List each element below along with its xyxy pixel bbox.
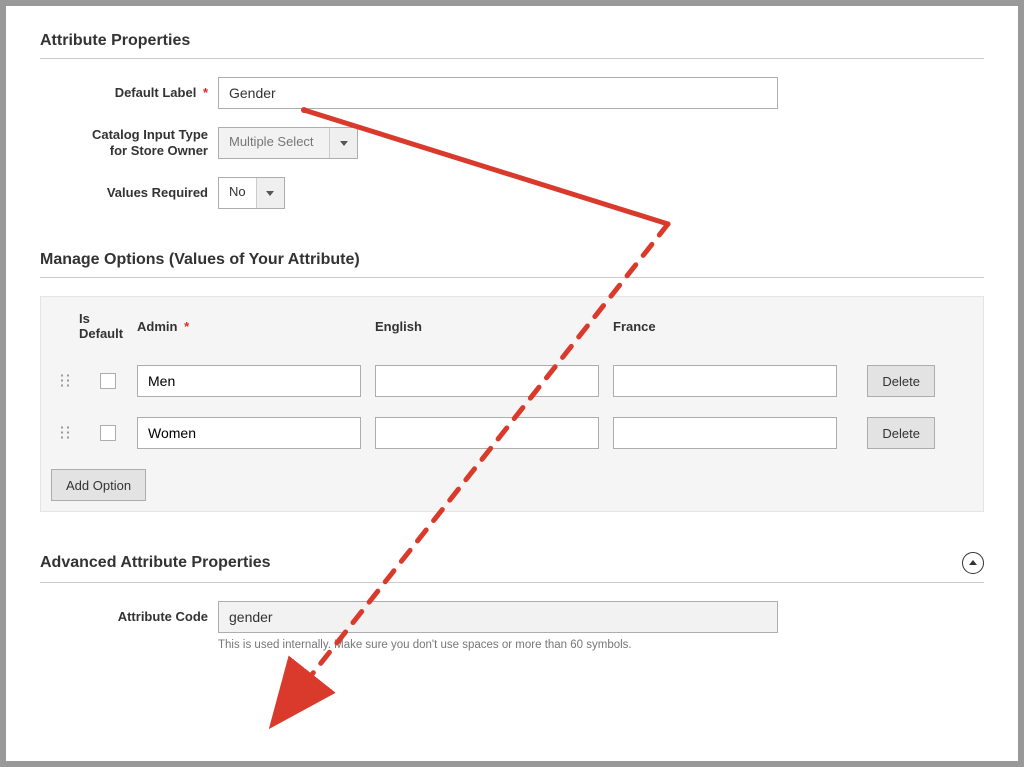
- label-values-required: Values Required: [107, 185, 208, 200]
- delete-option-button[interactable]: Delete: [867, 365, 935, 397]
- select-values-required[interactable]: No: [218, 177, 285, 209]
- add-option-button[interactable]: Add Option: [51, 469, 146, 501]
- field-attribute-code: Attribute Code This is used internally. …: [40, 601, 984, 651]
- field-values-required: Values Required No: [40, 177, 984, 209]
- divider: [40, 582, 984, 583]
- required-marker: *: [184, 319, 189, 334]
- field-default-label: Default Label *: [40, 77, 984, 109]
- options-header-row: Is Default Admin * English France: [41, 297, 983, 355]
- chevron-down-icon[interactable]: [256, 178, 284, 208]
- label-catalog-input-type-l2: for Store Owner: [110, 143, 208, 158]
- input-attribute-code: [218, 601, 778, 633]
- checkbox-is-default[interactable]: [100, 373, 116, 389]
- header-france: France: [613, 319, 656, 334]
- label-catalog-input-type-l1: Catalog Input Type: [92, 127, 208, 142]
- section-title-manage-options: Manage Options (Values of Your Attribute…: [40, 251, 984, 269]
- header-english: English: [375, 319, 422, 334]
- checkbox-is-default[interactable]: [100, 425, 116, 441]
- input-option-admin[interactable]: [137, 417, 361, 449]
- select-catalog-input-type: Multiple Select: [218, 127, 358, 159]
- section-title-attribute-properties: Attribute Properties: [40, 32, 984, 50]
- input-option-english[interactable]: [375, 365, 599, 397]
- select-values-required-value: No: [219, 178, 256, 208]
- label-attribute-code: Attribute Code: [118, 609, 208, 624]
- option-row: Delete: [41, 407, 983, 459]
- input-option-admin[interactable]: [137, 365, 361, 397]
- chevron-up-icon: [969, 560, 977, 565]
- drag-handle-icon[interactable]: [59, 373, 71, 389]
- input-option-france[interactable]: [613, 417, 837, 449]
- field-catalog-input-type: Catalog Input Type for Store Owner Multi…: [40, 127, 984, 159]
- collapse-toggle[interactable]: [962, 552, 984, 574]
- help-text-attribute-code: This is used internally. Make sure you d…: [218, 639, 984, 651]
- delete-option-button[interactable]: Delete: [867, 417, 935, 449]
- divider: [40, 277, 984, 278]
- label-default-label: Default Label: [115, 85, 197, 100]
- required-marker: *: [203, 85, 208, 100]
- input-default-label[interactable]: [218, 77, 778, 109]
- divider: [40, 58, 984, 59]
- select-catalog-input-type-value: Multiple Select: [219, 128, 329, 158]
- options-table: Is Default Admin * English France Delete: [40, 296, 984, 512]
- input-option-france[interactable]: [613, 365, 837, 397]
- input-option-english[interactable]: [375, 417, 599, 449]
- section-title-advanced: Advanced Attribute Properties: [40, 554, 271, 572]
- drag-handle-icon[interactable]: [59, 425, 71, 441]
- option-row: Delete: [41, 355, 983, 407]
- header-admin: Admin: [137, 319, 177, 334]
- chevron-down-icon: [329, 128, 357, 158]
- header-is-default: Is Default: [79, 311, 137, 341]
